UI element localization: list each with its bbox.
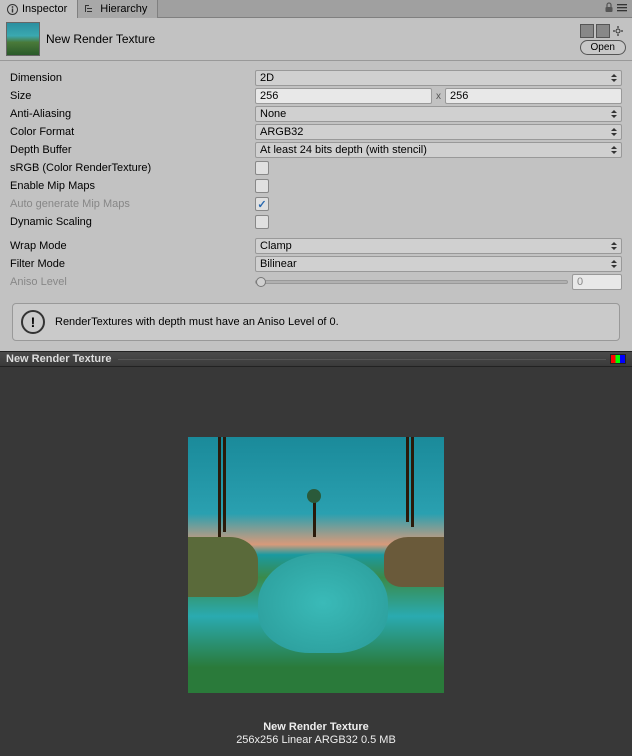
aniso-label: Aniso Level: [10, 276, 255, 288]
preview-caption-details: 256x256 Linear ARGB32 0.5 MB: [236, 734, 396, 746]
srgb-label: sRGB (Color RenderTexture): [10, 162, 255, 174]
tab-inspector-label: Inspector: [22, 3, 67, 15]
info-text: RenderTextures with depth must have an A…: [55, 316, 339, 328]
size-height-input[interactable]: [445, 88, 622, 104]
depthbuffer-dropdown[interactable]: At least 24 bits depth (with stencil): [255, 142, 622, 158]
preview-image: [188, 437, 444, 693]
header-icon-gear[interactable]: [612, 24, 626, 38]
dimension-label: Dimension: [10, 72, 255, 84]
tab-bar: Inspector Hierarchy: [0, 0, 632, 18]
info-box: ! RenderTextures with depth must have an…: [12, 303, 620, 341]
automip-label: Auto generate Mip Maps: [10, 198, 255, 210]
asset-title: New Render Texture: [46, 32, 574, 46]
preview-title: New Render Texture: [6, 353, 112, 365]
properties-panel: Dimension 2D Size x Anti-Aliasing None C…: [0, 61, 632, 295]
tab-menu: [604, 0, 632, 17]
header-icon-1[interactable]: [580, 24, 594, 38]
dynamicscaling-checkbox[interactable]: [255, 215, 269, 229]
filtermode-label: Filter Mode: [10, 258, 255, 270]
srgb-checkbox[interactable]: [255, 161, 269, 175]
dimension-dropdown[interactable]: 2D: [255, 70, 622, 86]
asset-header: New Render Texture Open: [0, 18, 632, 61]
asset-thumbnail[interactable]: [6, 22, 40, 56]
depthbuffer-label: Depth Buffer: [10, 144, 255, 156]
header-icon-2[interactable]: [596, 24, 610, 38]
preview-header[interactable]: New Render Texture: [0, 351, 632, 367]
antialiasing-dropdown[interactable]: None: [255, 106, 622, 122]
preview-caption-name: New Render Texture: [236, 721, 396, 733]
enablemip-checkbox[interactable]: [255, 179, 269, 193]
preview-section: New Render Texture New Render Texture 25…: [0, 351, 632, 756]
wrapmode-label: Wrap Mode: [10, 240, 255, 252]
hierarchy-icon: [84, 3, 96, 15]
size-x-label: x: [436, 91, 441, 102]
dynamicscaling-label: Dynamic Scaling: [10, 216, 255, 228]
wrapmode-dropdown[interactable]: Clamp: [255, 238, 622, 254]
preview-body: New Render Texture 256x256 Linear ARGB32…: [0, 367, 632, 756]
aniso-value-input: [572, 274, 622, 290]
size-label: Size: [10, 90, 255, 102]
tab-options-icon[interactable]: [616, 2, 628, 16]
filtermode-dropdown[interactable]: Bilinear: [255, 256, 622, 272]
colorformat-label: Color Format: [10, 126, 255, 138]
aniso-slider: [255, 280, 568, 284]
info-icon: [6, 3, 18, 15]
info-exclaim-icon: !: [21, 310, 45, 334]
preview-caption: New Render Texture 256x256 Linear ARGB32…: [236, 721, 396, 746]
colorformat-dropdown[interactable]: ARGB32: [255, 124, 622, 140]
open-button[interactable]: Open: [580, 40, 626, 55]
tab-hierarchy[interactable]: Hierarchy: [78, 0, 158, 18]
lock-icon[interactable]: [604, 2, 614, 16]
antialiasing-label: Anti-Aliasing: [10, 108, 255, 120]
tab-inspector[interactable]: Inspector: [0, 0, 78, 18]
enablemip-label: Enable Mip Maps: [10, 180, 255, 192]
tab-hierarchy-label: Hierarchy: [100, 3, 147, 15]
size-width-input[interactable]: [255, 88, 432, 104]
aniso-slider-thumb: [256, 277, 266, 287]
rgb-channels-icon[interactable]: [610, 354, 626, 364]
automip-checkbox: [255, 197, 269, 211]
